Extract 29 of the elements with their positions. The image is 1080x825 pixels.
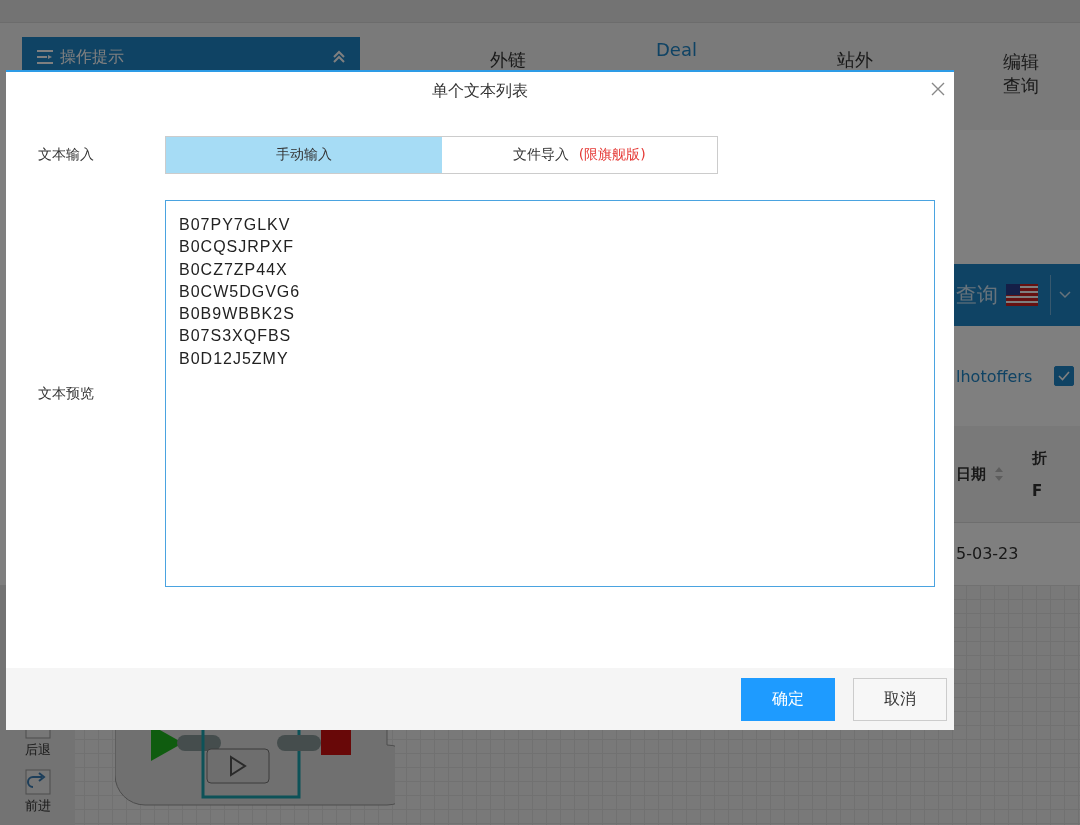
cancel-button[interactable]: 取消 [853, 677, 947, 721]
forward-icon[interactable] [24, 769, 51, 795]
column-header: 日期 [956, 464, 986, 484]
table-cell: 5-03-23 [956, 543, 1019, 563]
checkbox[interactable] [1054, 366, 1075, 386]
field-label: 文本预览 [38, 384, 95, 403]
sort-icon[interactable] [994, 466, 1004, 482]
checkmark-icon [1058, 371, 1071, 381]
nav-tab[interactable]: Deal [656, 40, 697, 60]
chevron-down-icon[interactable] [1059, 291, 1071, 299]
tool-label: 前进 [24, 797, 51, 815]
field-label: 文本输入 [38, 146, 95, 164]
column-subheader: F [1032, 481, 1044, 500]
menu-icon [36, 49, 54, 65]
text-input-field[interactable]: B07PY7GLKV B0CQSJRPXF B0CZ7ZP44X B0CW5DGVG6 B0B9WBBK2S B07S3XQFBS B0D12J5ZMY [165, 200, 935, 587]
link[interactable]: lhotoffers [956, 366, 1033, 386]
close-icon[interactable] [931, 82, 945, 96]
nav-tab[interactable]: 外链 [490, 50, 526, 70]
confirm-button[interactable]: 确定 [741, 677, 835, 721]
collapse-icon[interactable] [332, 50, 346, 64]
tool-label: 后退 [24, 741, 51, 759]
column-header: 折 [1032, 448, 1047, 468]
query-button[interactable]: 查询 [954, 264, 1080, 326]
tips-title: 操作提示 [60, 46, 125, 68]
input-mode-tab[interactable]: 手动输入 [166, 137, 442, 173]
nav-tab[interactable]: 编辑查询 [1002, 50, 1043, 98]
flag-icon [1006, 284, 1038, 306]
dialog-title: 单个文本列表 [432, 80, 528, 102]
nav-tab[interactable]: 站外 [836, 50, 873, 70]
